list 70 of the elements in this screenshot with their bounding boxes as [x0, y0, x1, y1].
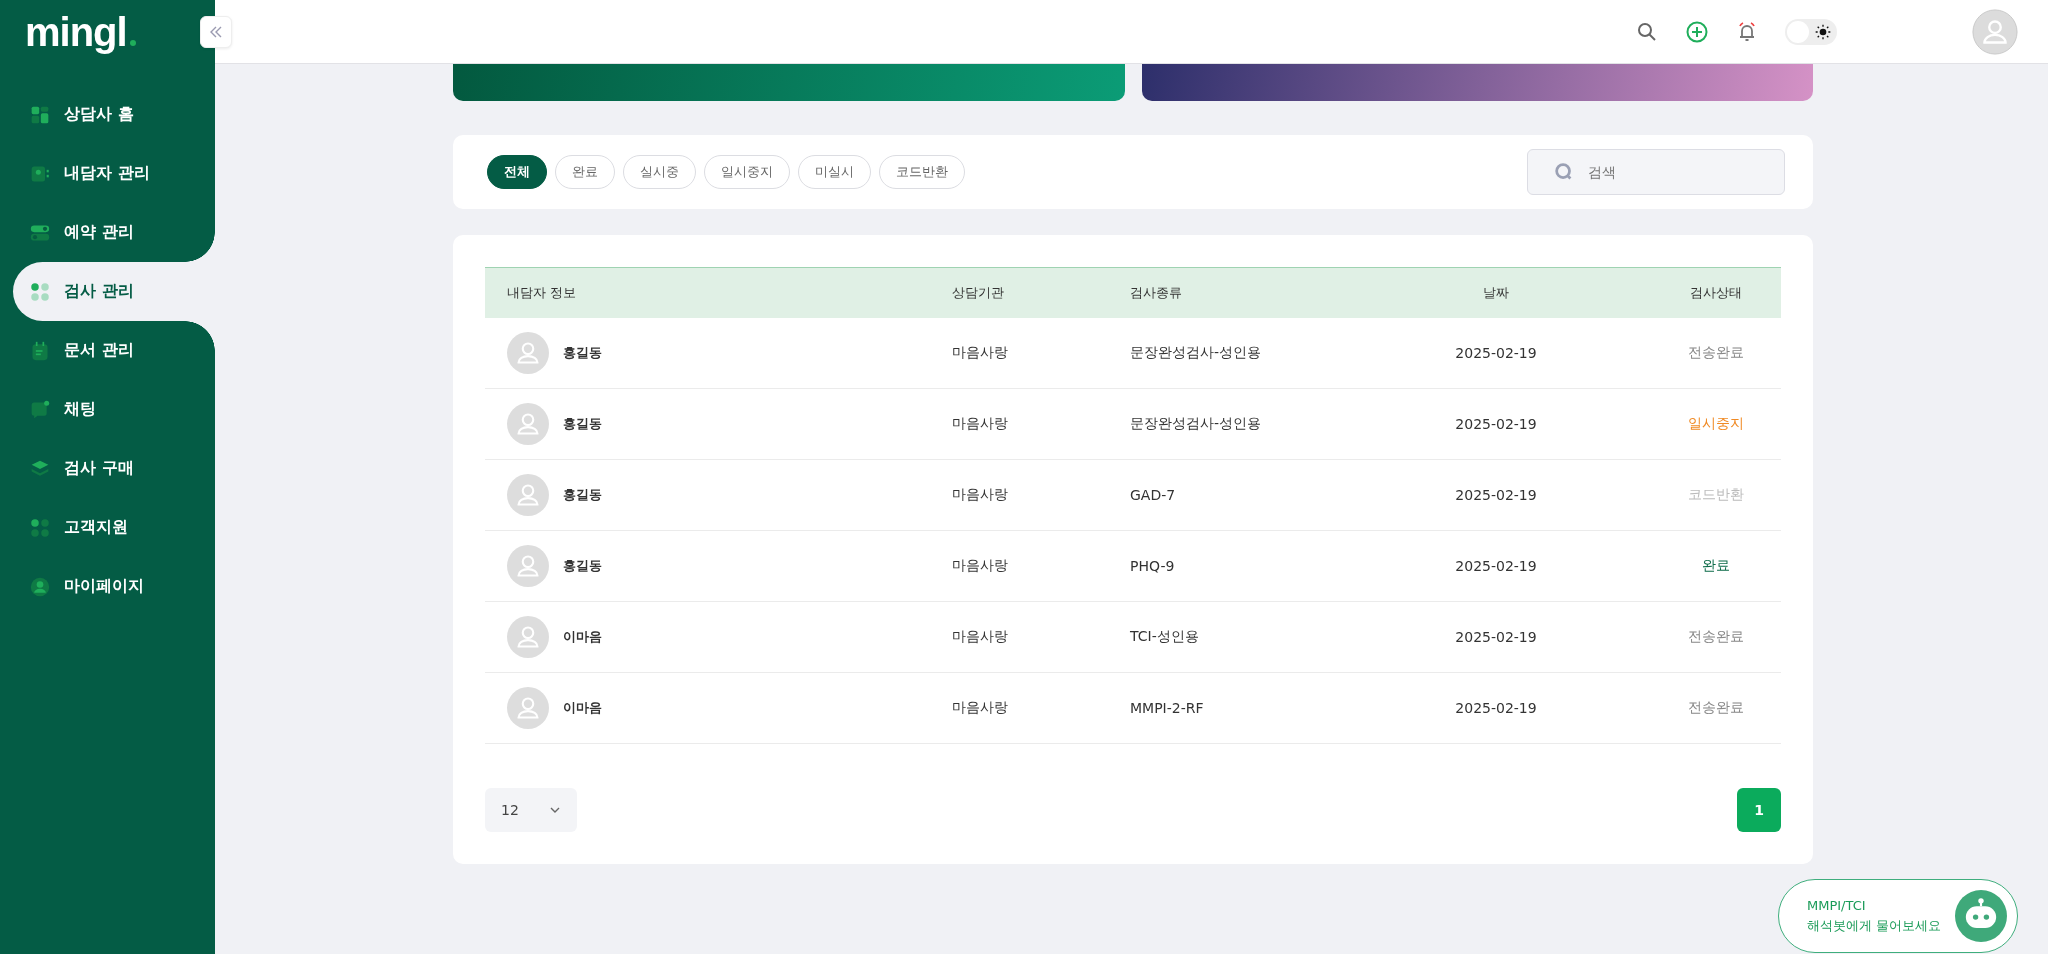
- menu-item-icon: [30, 340, 50, 361]
- table-cell: 이마음: [563, 699, 602, 717]
- column-header: 검사종류: [1129, 284, 1183, 302]
- sidebar-item[interactable]: 채팅: [0, 380, 215, 439]
- menu-item-icon: [30, 281, 50, 302]
- menu-item-icon: [30, 517, 50, 538]
- column-header: 내담자 정보: [506, 284, 578, 302]
- avatar-icon: [507, 545, 549, 587]
- menu-item-icon: [30, 104, 50, 125]
- sidebar-item[interactable]: 상담사 홈: [0, 85, 215, 144]
- sidebar-item[interactable]: 예약 관리: [0, 203, 215, 262]
- table-cell-text: MMPI-2-RF: [1129, 700, 1205, 716]
- avatar-icon: [507, 474, 549, 516]
- sidebar-item[interactable]: 문서 관리: [0, 321, 215, 380]
- status-text: 일시중지: [1688, 415, 1744, 431]
- sidebar-item[interactable]: 내담자 관리: [0, 144, 215, 203]
- table-cell-text: 마음사랑: [951, 344, 1009, 362]
- add-icon[interactable]: [1685, 19, 1709, 44]
- table-cell-text: 2025-02-19: [1454, 558, 1538, 574]
- column-header: 상담기관: [951, 284, 1005, 302]
- filter-tab[interactable]: 코드반환: [879, 155, 965, 189]
- table-cell-text: 2025-02-19: [1454, 416, 1538, 432]
- theme-toggle[interactable]: [1785, 18, 1837, 45]
- collapse-sidebar-button[interactable]: [200, 15, 232, 48]
- column-header: 검사상태: [1689, 284, 1743, 302]
- table-cell-text: 문장완성검사-성인용: [1129, 415, 1263, 433]
- filter-tab[interactable]: 완료: [555, 155, 615, 189]
- filter-tab[interactable]: 일시중지: [704, 155, 790, 189]
- avatar-icon: [507, 332, 549, 374]
- avatar-icon: [507, 403, 549, 445]
- table-cell-text: GAD-7: [1129, 487, 1177, 503]
- table-cell: 홍길동: [563, 557, 602, 575]
- table-cell-text: 2025-02-19: [1454, 629, 1538, 645]
- table-cell: 홍길동: [563, 415, 602, 433]
- filter-tab[interactable]: 전체: [487, 155, 547, 189]
- table-cell-text: 마음사랑: [951, 628, 1009, 646]
- robot-icon: [1955, 890, 2007, 942]
- status-text: 완료: [1702, 557, 1730, 573]
- column-header: 날짜: [1482, 284, 1510, 302]
- table-cell-text: 2025-02-19: [1454, 345, 1538, 361]
- table-cell-text: 마음사랑: [951, 699, 1009, 717]
- filter-tab[interactable]: 실시중: [623, 155, 696, 189]
- status-text: 전송완료: [1688, 344, 1744, 360]
- table-cell-text: 2025-02-19: [1454, 700, 1538, 716]
- logo[interactable]: mingl: [25, 11, 136, 52]
- sidebar-item[interactable]: 검사 구매: [0, 439, 215, 498]
- menu-item-icon: [30, 576, 50, 597]
- table-cell-text: 마음사랑: [951, 415, 1009, 433]
- chatbot-button[interactable]: MMPI/TCI 해석봇에게 물어보세요: [1778, 879, 2018, 953]
- sun-icon: [1815, 23, 1831, 40]
- filter-tab[interactable]: 미실시: [798, 155, 871, 189]
- table-cell-text: PHQ-9: [1129, 558, 1176, 574]
- table-cell: 이마음: [563, 628, 602, 646]
- table-cell: 홍길동: [563, 344, 602, 362]
- sidebar-item[interactable]: 고객지원: [0, 498, 215, 557]
- avatar-icon: [507, 687, 549, 729]
- table-cell: 홍길동: [563, 486, 602, 504]
- table-cell-text: 마음사랑: [951, 486, 1009, 504]
- status-text: 전송완료: [1688, 699, 1744, 715]
- table-cell-text: 2025-02-19: [1454, 487, 1538, 503]
- search-field[interactable]: 검색: [1527, 149, 1785, 195]
- menu-item-icon: [30, 399, 50, 420]
- page-size-select[interactable]: 12: [485, 788, 577, 832]
- table-cell-text: 문장완성검사-성인용: [1129, 344, 1263, 362]
- status-text: 전송완료: [1688, 628, 1744, 644]
- status-text: 코드반환: [1688, 486, 1744, 502]
- sidebar-item[interactable]: 마이페이지: [0, 557, 215, 616]
- avatar-icon: [507, 616, 549, 658]
- table-cell-text: TCI-성인용: [1129, 628, 1200, 646]
- table-cell-text: 마음사랑: [951, 557, 1009, 575]
